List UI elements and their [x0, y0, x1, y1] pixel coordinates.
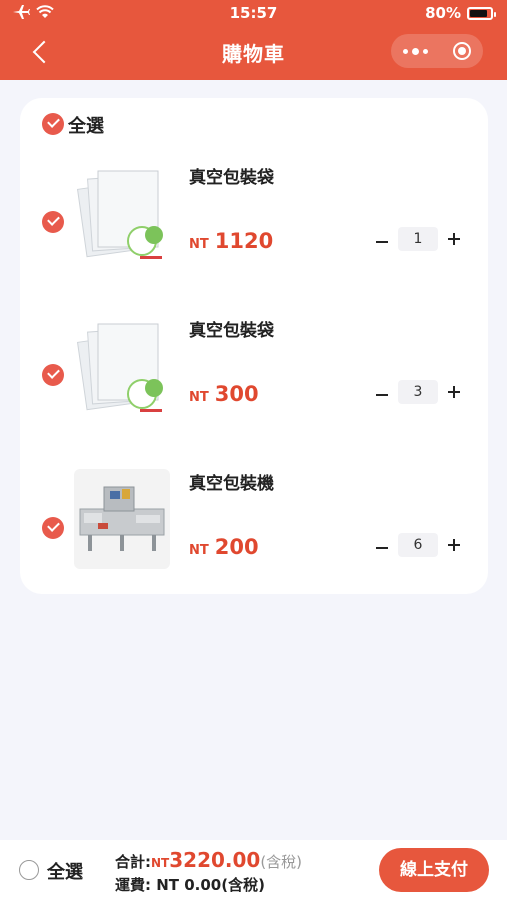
- battery-percent: 80%: [425, 4, 461, 22]
- product-image-vacuum-bag[interactable]: [74, 163, 170, 263]
- select-all-label[interactable]: 全選: [68, 112, 104, 138]
- increment-button[interactable]: [448, 386, 460, 398]
- footer-select-all-radio[interactable]: [19, 860, 39, 880]
- total-label: 合計:: [115, 853, 151, 871]
- total-currency: NT: [151, 856, 170, 870]
- item-price: NT 300: [189, 382, 259, 406]
- cart-item: 真空包裝袋 NT 1120 1: [20, 163, 488, 273]
- item-check-icon[interactable]: [42, 517, 64, 539]
- close-target-icon[interactable]: [452, 42, 471, 60]
- decrement-button[interactable]: [376, 241, 388, 243]
- status-right: 80%: [425, 4, 496, 22]
- total-tax-note: (含稅): [260, 853, 303, 871]
- footer-select-all-label[interactable]: 全選: [47, 858, 83, 884]
- product-image-packaging-machine[interactable]: [74, 469, 170, 569]
- select-all-check-icon[interactable]: [42, 113, 64, 135]
- more-dots-icon[interactable]: [403, 47, 429, 55]
- price-value: 300: [214, 382, 259, 406]
- mini-program-capsule: [391, 34, 483, 68]
- increment-button[interactable]: [448, 233, 460, 245]
- decrement-button[interactable]: [376, 394, 388, 396]
- app-header: 15:57 80% 購物車: [0, 0, 507, 80]
- item-check-icon[interactable]: [42, 364, 64, 386]
- item-check-icon[interactable]: [42, 211, 64, 233]
- item-name: 真空包裝袋: [189, 168, 274, 188]
- quantity-input[interactable]: 3: [398, 380, 438, 404]
- price-currency: NT: [189, 543, 209, 558]
- shipping-fee: 運費: NT 0.00(含稅): [115, 876, 265, 894]
- product-image-vacuum-bag[interactable]: [74, 316, 170, 416]
- quantity-input[interactable]: 1: [398, 227, 438, 251]
- cart-item: 真空包裝袋 NT 300 3: [20, 316, 488, 426]
- checkout-bar: 全選 合計:NT3220.00(含稅) 運費: NT 0.00(含稅) 線上支付: [0, 840, 507, 900]
- item-name: 真空包裝機: [189, 474, 274, 494]
- price-value: 1120: [214, 229, 274, 253]
- increment-button[interactable]: [448, 539, 460, 551]
- item-name: 真空包裝袋: [189, 321, 274, 341]
- item-price: NT 1120: [189, 229, 273, 253]
- cart-item: 真空包裝機 NT 200 6: [20, 469, 488, 579]
- decrement-button[interactable]: [376, 547, 388, 549]
- item-price: NT 200: [189, 535, 259, 559]
- price-currency: NT: [189, 390, 209, 405]
- total-amount: 3220.00: [169, 848, 261, 872]
- price-currency: NT: [189, 237, 209, 252]
- order-total: 合計:NT3220.00(含稅): [115, 848, 302, 872]
- pay-online-button[interactable]: 線上支付: [379, 848, 489, 892]
- battery-icon: [467, 6, 496, 20]
- cart-card: 全選 真空包裝袋 NT 1120 1 真空包裝袋 NT 300 3 真空包裝機 …: [20, 98, 488, 594]
- quantity-input[interactable]: 6: [398, 533, 438, 557]
- price-value: 200: [214, 535, 259, 559]
- nav-bar: 購物車: [0, 32, 507, 72]
- status-bar: 15:57 80%: [0, 4, 507, 26]
